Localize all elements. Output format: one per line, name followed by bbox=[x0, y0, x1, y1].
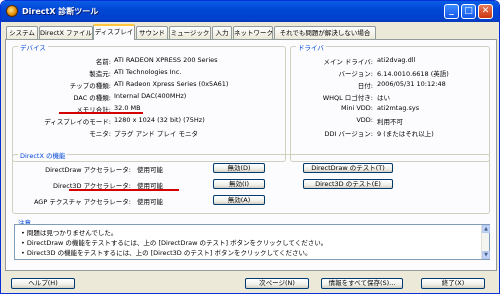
chip-type-value: ATI Radeon Xpress Series (0x5A61) bbox=[114, 80, 229, 88]
notes-item: • Direct3D の機能をテストするには、上の [Direct3D のテスト… bbox=[21, 249, 312, 257]
monitor-label: モニタ: bbox=[89, 130, 111, 138]
dac-type-value: Internal DAC(400MHz) bbox=[114, 92, 187, 100]
maximize-button[interactable]: □ bbox=[461, 4, 476, 19]
directx-features-title: DirectX の機能 bbox=[18, 150, 68, 160]
dac-type-label: DAC の種類: bbox=[73, 94, 111, 102]
notes-item-text: 問題は見つかりませんでした。 bbox=[26, 229, 118, 237]
ddi-version-value: 9 (またはそれ以上) bbox=[377, 130, 434, 138]
save-all-info-button[interactable]: 情報をすべて保存(S)... bbox=[321, 278, 403, 289]
notes-box[interactable]: • 問題は見つかりませんでした。 • DirectDraw の機能をテストするに… bbox=[14, 224, 490, 260]
whql-label: WHQL ロゴ付き: bbox=[322, 94, 373, 102]
date-label: 日付: bbox=[357, 82, 373, 90]
notes-scrollbar[interactable]: ▲ ▼ bbox=[481, 225, 490, 259]
tab-strip: システム DirectX ファイル ディスプレイ サウンド ミュージック 入力 … bbox=[5, 24, 497, 40]
agp-texture-accel-value: 使用可能 bbox=[137, 198, 163, 206]
next-page-button[interactable]: 次ページ(N) bbox=[245, 278, 309, 289]
scroll-up-arrow-icon[interactable]: ▲ bbox=[482, 225, 490, 233]
version-label: バージョン: bbox=[338, 70, 373, 78]
direct3d-highlight-underline bbox=[69, 189, 179, 191]
mini-vdd-value: ati2mtag.sys bbox=[377, 104, 420, 112]
test-direct3d-button[interactable]: Direct3D のテスト(E) bbox=[303, 179, 393, 189]
directx-diag-window: DirectX 診断ツール _ □ ✕ システム DirectX ファイル ディ… bbox=[0, 0, 500, 294]
device-group-title: デバイス bbox=[18, 42, 48, 52]
test-directdraw-button[interactable]: DirectDraw のテスト(T) bbox=[303, 163, 393, 173]
disable-directdraw-button[interactable]: 無効(D) bbox=[213, 163, 265, 173]
tab-directx-files[interactable]: DirectX ファイル bbox=[39, 26, 93, 39]
title-bar[interactable]: DirectX 診断ツール _ □ ✕ bbox=[1, 1, 499, 22]
directx-features-group: DirectX の機能 DirectDraw アクセラレータ: 使用可能 無効(… bbox=[12, 150, 490, 214]
driver-group: ドライバ メイン ドライバ: ati2dvag.dll バージョン: 6.14.… bbox=[290, 42, 490, 162]
notes-item-text: Direct3D の機能をテストするには、上の [Direct3D のテスト] … bbox=[26, 249, 312, 257]
mini-vdd-label: Mini VDD: bbox=[340, 104, 373, 112]
date-value: 2006/05/31 10:12:48 bbox=[377, 80, 446, 88]
minimize-button[interactable]: _ bbox=[444, 4, 459, 19]
notes-item: • DirectDraw の機能をテストするには、上の [DirectDraw … bbox=[21, 239, 328, 247]
help-button[interactable]: ヘルプ(H) bbox=[11, 278, 75, 289]
display-mode-label: ディスプレイのモード: bbox=[44, 118, 111, 126]
chip-type-label: チップの種類: bbox=[69, 82, 111, 90]
display-panel: デバイス 名前: ATI RADEON XPRESS 200 Series 製造… bbox=[5, 39, 497, 271]
tab-network[interactable]: ネットワーク bbox=[233, 26, 273, 39]
manufacturer-label: 製造元: bbox=[89, 70, 111, 78]
ddi-version-label: DDI バージョン: bbox=[324, 130, 373, 138]
memory-highlight-underline bbox=[59, 112, 143, 114]
disable-agp-button[interactable]: 無効(A) bbox=[213, 195, 265, 205]
tab-display[interactable]: ディスプレイ bbox=[93, 24, 135, 40]
device-name-label: 名前: bbox=[95, 58, 111, 66]
vdd-value: 利用不可 bbox=[377, 118, 403, 126]
main-driver-label: メイン ドライバ: bbox=[323, 58, 373, 66]
tab-music[interactable]: ミュージック bbox=[169, 26, 211, 39]
agp-texture-accel-label: AGP テクスチャ アクセラレータ: bbox=[33, 198, 131, 206]
vdd-label: VDD: bbox=[356, 116, 373, 124]
version-value: 6.14.0010.6618 (英語) bbox=[377, 70, 449, 78]
scroll-down-arrow-icon[interactable]: ▼ bbox=[482, 251, 490, 259]
display-mode-value: 1280 x 1024 (32 bit) (75Hz) bbox=[114, 116, 205, 124]
whql-value: はい bbox=[377, 94, 390, 102]
directdraw-accel-label: DirectDraw アクセラレータ: bbox=[45, 166, 131, 174]
device-group: デバイス 名前: ATI RADEON XPRESS 200 Series 製造… bbox=[12, 42, 286, 162]
tab-system[interactable]: システム bbox=[6, 26, 38, 39]
window-title: DirectX 診断ツール bbox=[22, 7, 99, 16]
tab-input[interactable]: 入力 bbox=[212, 26, 232, 39]
main-driver-value: ati2dvag.dll bbox=[377, 56, 416, 64]
notes-item-text: DirectDraw の機能をテストするには、上の [DirectDraw のテ… bbox=[26, 239, 328, 247]
close-button[interactable]: ✕ bbox=[478, 4, 493, 19]
device-name-value: ATI RADEON XPRESS 200 Series bbox=[114, 56, 218, 64]
directdraw-accel-value: 使用可能 bbox=[137, 166, 163, 174]
notes-item: • 問題は見つかりませんでした。 bbox=[21, 229, 118, 237]
driver-group-title: ドライバ bbox=[296, 42, 326, 52]
dxdiag-app-icon bbox=[6, 5, 18, 17]
monitor-value: プラグ アンド プレイ モニタ bbox=[114, 130, 198, 138]
total-memory-value: 32.0 MB bbox=[114, 104, 141, 112]
tab-more-help[interactable]: それでも問題が解決しない場合 bbox=[274, 26, 376, 39]
disable-direct3d-button[interactable]: 無効(I) bbox=[213, 179, 265, 189]
exit-button[interactable]: 終了(X) bbox=[421, 278, 485, 289]
tab-sound[interactable]: サウンド bbox=[136, 26, 168, 39]
manufacturer-value: ATI Technologies Inc. bbox=[114, 68, 182, 76]
